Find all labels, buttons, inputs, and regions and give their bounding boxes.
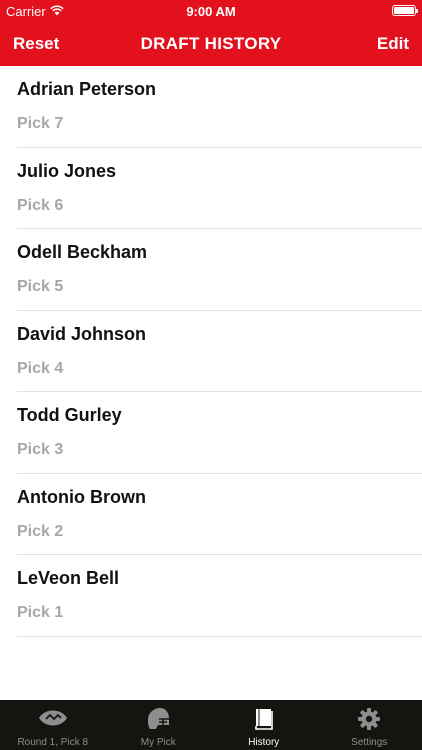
tab-history[interactable]: History [211, 700, 317, 750]
player-name: Julio Jones [17, 160, 117, 181]
battery-icon [392, 5, 418, 16]
player-name: David Johnson [17, 323, 147, 344]
pick-number: Pick 2 [17, 522, 64, 540]
player-name: Odell Beckham [17, 242, 148, 262]
helmet-icon [145, 707, 171, 736]
tab-label: My Pick [140, 737, 176, 748]
book-icon [253, 707, 275, 736]
tab-label: Settings [351, 737, 388, 748]
list-item[interactable]: David Johnson Pick 4 [0, 311, 422, 393]
list-item[interactable]: Odell Beckham Pick 5 [0, 229, 422, 311]
list-item[interactable]: LeVeon Bell Pick 1 [0, 555, 422, 637]
player-name: Adrian Peterson [17, 79, 157, 99]
pick-number: Pick 5 [17, 278, 64, 295]
tab-label: Round 1, Pick 8 [17, 737, 89, 748]
page-title: DRAFT HISTORY [140, 34, 282, 53]
list-item[interactable]: Todd Gurley Pick 3 [0, 392, 422, 474]
list-item[interactable]: Julio Jones Pick 6 [0, 148, 422, 230]
edit-button[interactable]: Edit [377, 34, 409, 54]
draft-history-list[interactable]: Adrian Peterson Pick 7 Julio Jones Pick … [0, 66, 422, 700]
pick-number: Pick 3 [17, 441, 64, 458]
nav-bar: Reset DRAFT HISTORY Edit [0, 22, 422, 66]
pick-number: Pick 7 [17, 115, 64, 132]
list-item[interactable]: Antonio Brown Pick 2 [0, 474, 422, 556]
list-item[interactable]: Adrian Peterson Pick 7 [0, 66, 422, 148]
tab-round[interactable]: Round 1, Pick 8 [0, 700, 106, 750]
player-name: Antonio Brown [17, 486, 146, 507]
pick-number: Pick 4 [17, 359, 64, 377]
tab-bar: Round 1, Pick 8 My Pick History Settings [0, 700, 422, 750]
player-name: LeVeon Bell [17, 568, 120, 588]
tab-my-pick[interactable]: My Pick [106, 700, 212, 750]
gear-icon [357, 707, 381, 736]
football-icon [37, 707, 69, 734]
pick-number: Pick 6 [17, 196, 64, 214]
tab-settings[interactable]: Settings [317, 700, 422, 750]
player-name: Todd Gurley [17, 405, 122, 425]
status-bar: Carrier 9:00 AM [0, 0, 422, 22]
status-time: 9:00 AM [186, 4, 236, 19]
pick-number: Pick 1 [17, 604, 64, 621]
header: Carrier 9:00 AM Reset DRAFT HISTORY Edit [0, 0, 422, 66]
tab-label: History [248, 737, 280, 748]
